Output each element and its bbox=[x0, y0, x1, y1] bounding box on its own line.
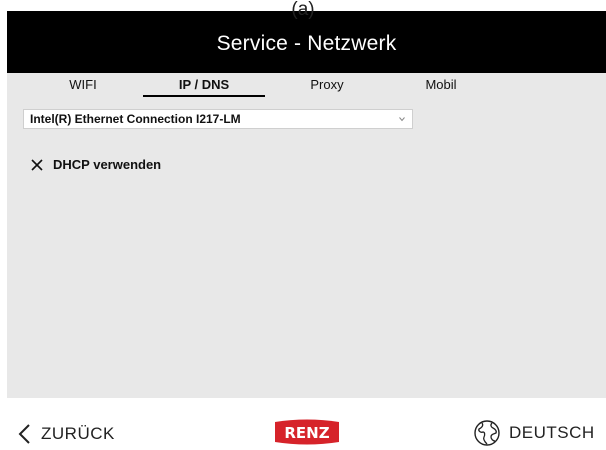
x-mark-icon bbox=[31, 159, 43, 171]
figure-caption: (a) bbox=[291, 0, 315, 20]
header-bar: Service - Netzwerk bbox=[7, 11, 606, 73]
chevron-down-icon bbox=[399, 117, 405, 122]
tab-bar: WIFI IP / DNS Proxy Mobil bbox=[7, 73, 606, 97]
logo-text: RENZ bbox=[284, 424, 329, 442]
tab-wifi[interactable]: WIFI bbox=[53, 75, 113, 95]
network-adapter-value: Intel(R) Ethernet Connection I217-LM bbox=[30, 112, 241, 126]
tab-mobil[interactable]: Mobil bbox=[411, 75, 471, 95]
renz-logo: RENZ bbox=[275, 419, 339, 445]
chevron-left-icon bbox=[18, 424, 30, 444]
globe-icon bbox=[474, 420, 500, 446]
network-adapter-select[interactable]: Intel(R) Ethernet Connection I217-LM bbox=[23, 109, 413, 129]
footer-bar: ZURÜCK RENZ DEUTSCH bbox=[7, 398, 606, 450]
tab-ip-dns[interactable]: IP / DNS bbox=[143, 75, 265, 95]
dhcp-label: DHCP verwenden bbox=[53, 157, 162, 172]
page-title: Service - Netzwerk bbox=[216, 32, 397, 55]
active-tab-indicator bbox=[143, 95, 265, 97]
tab-proxy[interactable]: Proxy bbox=[297, 75, 357, 95]
back-label: ZURÜCK bbox=[41, 424, 115, 443]
main-content: WIFI IP / DNS Proxy Mobil Intel(R) Ether… bbox=[7, 73, 606, 398]
language-label: DEUTSCH bbox=[509, 423, 595, 442]
